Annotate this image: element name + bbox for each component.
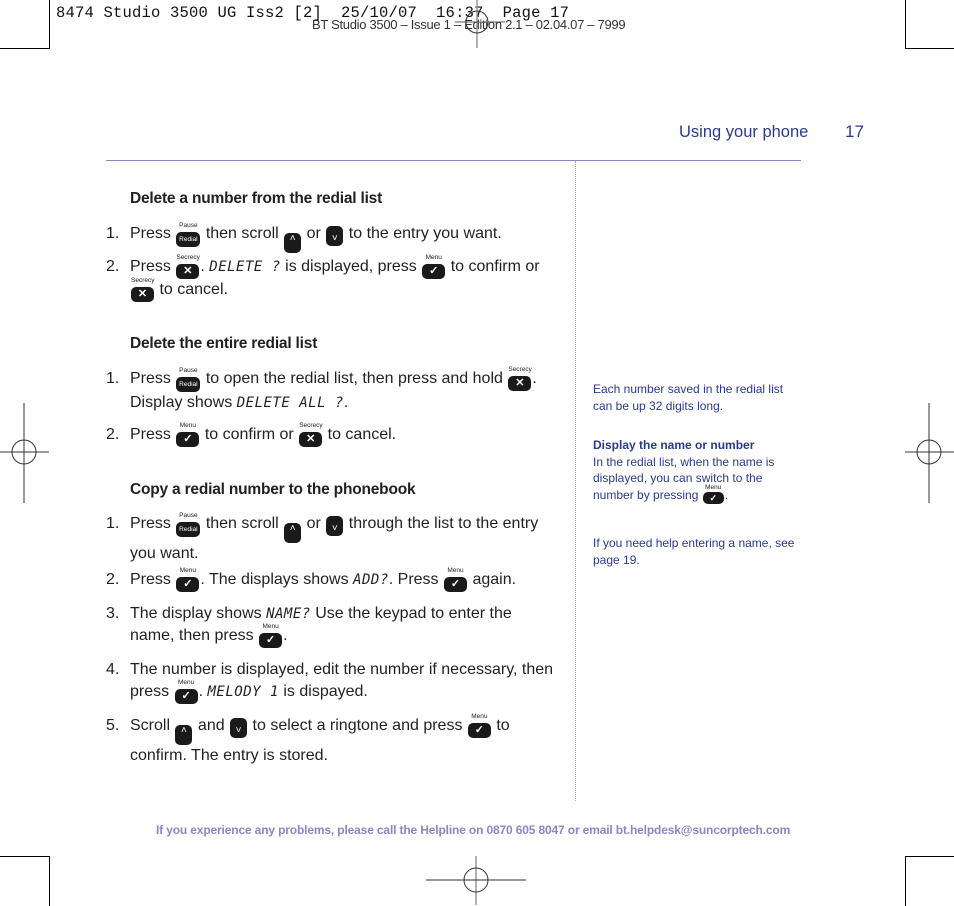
item-number: 1. — [106, 370, 120, 387]
section-title-delete-number: Delete a number from the redial list — [130, 190, 383, 207]
menu-key-icon: Menu ✓ — [259, 623, 283, 648]
item-number: 1. — [106, 515, 120, 532]
text: Press — [130, 571, 171, 588]
menu-key-icon: Menu ✓ — [702, 484, 724, 504]
menu-key-icon: Menu ✓ — [467, 713, 491, 738]
menu-key-icon: Menu ✓ — [176, 422, 200, 447]
crop-mark-top-right — [905, 0, 954, 49]
text: is displayed, press — [285, 258, 417, 275]
scroll-down-key-icon: ˅ — [326, 226, 344, 246]
text: to confirm or — [204, 426, 294, 443]
text: to confirm or — [450, 258, 540, 275]
text: Scroll — [130, 717, 171, 734]
registration-mark-bottom — [426, 856, 526, 905]
scroll-down-key-icon: ˅ — [230, 718, 248, 738]
page-number: 17 — [845, 122, 864, 141]
section-title-delete-all: Delete the entire redial list — [130, 335, 318, 352]
lcd-text-melody: MELODY 1 — [207, 684, 279, 700]
text: to the entry you want. — [348, 225, 502, 242]
text: . — [532, 370, 537, 387]
scroll-up-key-icon: ˄ — [284, 233, 302, 253]
lcd-text-name: NAME? — [266, 606, 311, 622]
text: again. — [472, 571, 517, 588]
text: The display shows — [130, 605, 262, 622]
item-number: 1. — [106, 225, 120, 242]
text: Press — [130, 515, 171, 532]
redial-key-icon: Pause Redial — [176, 512, 201, 537]
text: . Press — [388, 571, 439, 588]
text: . — [198, 683, 204, 700]
item-number: 2. — [106, 426, 120, 443]
text: or — [306, 515, 321, 532]
item-number: 2. — [106, 571, 120, 588]
section-title-copy-to-phonebook: Copy a redial number to the phonebook — [130, 481, 416, 498]
secrecy-key-icon: Secrecy ✕ — [176, 254, 200, 279]
secrecy-key-icon: Secrecy ✕ — [299, 422, 323, 447]
text: . — [200, 258, 205, 275]
text: then scroll — [205, 225, 279, 242]
text: Press — [130, 258, 171, 275]
lcd-text-delete: DELETE ? — [209, 259, 281, 275]
crop-mark-bottom-right — [905, 856, 954, 906]
sidebar-note-text: In the redial list, when the name is dis… — [593, 454, 775, 502]
column-divider — [575, 161, 576, 801]
crop-mark-top-left — [0, 0, 50, 49]
sidebar-note-help: If you need help entering a name, see pa… — [593, 536, 795, 567]
registration-mark-top — [455, 0, 505, 48]
text: . — [724, 487, 729, 502]
menu-key-icon: Menu ✓ — [176, 567, 200, 592]
secrecy-key-icon: Secrecy ✕ — [508, 366, 532, 391]
text: to cancel. — [327, 426, 397, 443]
redial-key-icon: Pause Redial — [176, 222, 201, 247]
scroll-down-key-icon: ˅ — [326, 516, 344, 536]
sidebar-note-digits: Each number saved in the redial list can… — [593, 382, 784, 413]
text: or — [306, 225, 321, 242]
text: . The displays shows — [200, 571, 349, 588]
lcd-text-add: ADD? — [353, 572, 389, 588]
text: Press — [130, 370, 171, 387]
sidebar-note-title: Display the name or number — [593, 438, 755, 452]
header-rule — [106, 160, 801, 161]
text: Press — [130, 426, 171, 443]
lcd-text-delete-all: DELETE ALL ? — [236, 395, 344, 411]
item-number: 2. — [106, 258, 120, 275]
redial-key-icon: Pause Redial — [176, 367, 201, 392]
text: Display shows — [130, 394, 233, 411]
text: and — [197, 717, 225, 734]
menu-key-icon: Menu ✓ — [174, 679, 198, 704]
secrecy-key-icon: Secrecy ✕ — [131, 277, 155, 302]
crop-mark-bottom-left — [0, 856, 50, 906]
item-number: 5. — [106, 717, 120, 734]
text: then scroll — [205, 515, 279, 532]
text: . — [283, 627, 288, 644]
text: is dispayed. — [283, 683, 368, 700]
registration-mark-right — [905, 403, 954, 503]
text: to open the redial list, then press and … — [205, 370, 503, 387]
text: to cancel. — [159, 281, 228, 298]
scroll-up-key-icon: ˄ — [284, 523, 302, 543]
item-number: 3. — [106, 605, 120, 622]
scroll-up-key-icon: ˄ — [175, 725, 193, 745]
registration-mark-left — [0, 403, 49, 503]
helpline-footer: If you experience any problems, please c… — [156, 823, 791, 837]
section-header: Using your phone — [679, 123, 809, 141]
menu-key-icon: Menu ✓ — [422, 254, 446, 279]
menu-key-icon: Menu ✓ — [444, 567, 467, 592]
sidebar-note-display: Display the name or number In the redial… — [593, 437, 793, 504]
text: . — [343, 394, 349, 411]
text: to select a ringtone and press — [252, 717, 463, 734]
item-number: 4. — [106, 661, 120, 678]
text: Press — [130, 225, 171, 242]
